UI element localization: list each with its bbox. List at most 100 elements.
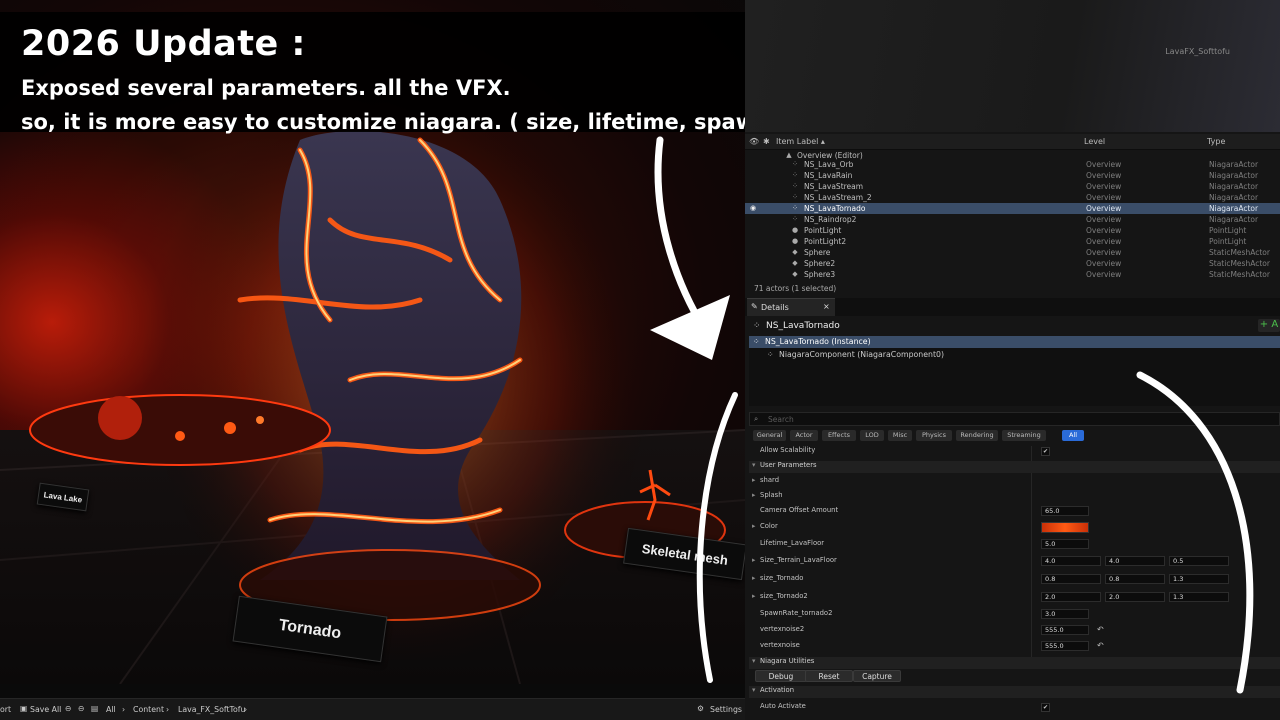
reset-arrow-icon[interactable]: ↶ bbox=[1097, 641, 1104, 650]
row-level: Overview bbox=[1086, 182, 1122, 191]
vertexnoise2-field[interactable]: 555.0 bbox=[1041, 625, 1089, 635]
category-niagara-utilities[interactable]: ▾ Niagara Utilities bbox=[749, 657, 1280, 669]
pin-icon[interactable]: ✱ bbox=[763, 137, 770, 146]
debug-button[interactable]: Debug bbox=[755, 670, 807, 682]
add-component-button[interactable]: + A bbox=[1258, 319, 1280, 332]
spawnrate-field[interactable]: 3.0 bbox=[1041, 609, 1089, 619]
category-activation[interactable]: ▾ Activation bbox=[749, 686, 1280, 698]
column-item-label[interactable]: Item Label ▴ bbox=[776, 137, 825, 146]
prop-shard[interactable]: ▸ shard bbox=[749, 476, 1280, 488]
chevron-right-icon: › bbox=[122, 705, 126, 714]
gear-icon: ⚙ bbox=[697, 704, 704, 713]
size-tornado-x[interactable]: 0.8 bbox=[1041, 574, 1101, 584]
outliner-row[interactable]: ◆ Sphere3 Overview StaticMeshActor bbox=[745, 269, 1280, 280]
outliner-row[interactable]: ◆ Sphere Overview StaticMeshActor bbox=[745, 247, 1280, 258]
prop-label: Auto Activate bbox=[760, 702, 806, 710]
close-icon[interactable]: × bbox=[823, 302, 830, 311]
row-label: NS_LavaStream bbox=[804, 182, 864, 191]
auto-activate-checkbox[interactable]: ✔ bbox=[1041, 703, 1050, 712]
row-type: NiagaraActor bbox=[1209, 215, 1259, 224]
chevron-right-icon: › bbox=[166, 705, 170, 714]
size-terrain-z[interactable]: 0.5 bbox=[1169, 556, 1229, 566]
visibility-icon[interactable]: 👁 bbox=[749, 137, 759, 146]
chevron-right-icon: ▸ bbox=[752, 491, 756, 499]
actor-count: 71 actors (1 selected) bbox=[754, 284, 837, 293]
prop-size-tornado2: ▸ size_Tornado2 2.0 2.0 1.3 bbox=[749, 592, 1280, 604]
column-level[interactable]: Level bbox=[1084, 137, 1105, 146]
outliner-row[interactable]: ● PointLight2 Overview PointLight bbox=[745, 236, 1280, 247]
outliner-row[interactable]: ⁘ NS_LavaRain Overview NiagaraActor bbox=[745, 170, 1280, 181]
size-terrain-x[interactable]: 4.0 bbox=[1041, 556, 1101, 566]
outliner-row[interactable]: ◆ Sphere2 Overview StaticMeshActor bbox=[745, 258, 1280, 269]
category-label: Niagara Utilities bbox=[760, 657, 815, 665]
history-back-icon[interactable]: ⊖ bbox=[65, 704, 72, 713]
component-row-instance[interactable]: ⁘ NS_LavaTornado (Instance) bbox=[749, 336, 1280, 348]
size-tornado-z[interactable]: 1.3 bbox=[1169, 574, 1229, 584]
color-swatch[interactable] bbox=[1041, 522, 1089, 533]
row-label: NS_LavaTornado bbox=[804, 204, 866, 213]
breadcrumb-all[interactable]: All bbox=[106, 705, 116, 714]
row-label: PointLight2 bbox=[804, 237, 847, 246]
size-tornado2-y[interactable]: 2.0 bbox=[1105, 592, 1165, 602]
filter-streaming[interactable]: Streaming bbox=[1002, 430, 1046, 441]
filter-general[interactable]: General bbox=[753, 430, 786, 441]
size-terrain-y[interactable]: 4.0 bbox=[1105, 556, 1165, 566]
category-user-parameters[interactable]: ▾ User Parameters bbox=[749, 461, 1280, 473]
tab-details[interactable]: ✎ Details × bbox=[747, 298, 835, 316]
row-label: NS_LavaStream_2 bbox=[804, 193, 872, 202]
category-label: Activation bbox=[760, 686, 795, 694]
filter-actor[interactable]: Actor bbox=[790, 430, 818, 441]
lifetime-field[interactable]: 5.0 bbox=[1041, 539, 1089, 549]
chevron-right-icon: › bbox=[244, 705, 248, 714]
allow-scalability-checkbox[interactable]: ✔ bbox=[1041, 447, 1050, 456]
row-label: NS_LavaRain bbox=[804, 171, 853, 180]
niagara-icon: ⁘ bbox=[767, 350, 774, 359]
settings-button[interactable]: Settings bbox=[710, 705, 742, 714]
filter-misc[interactable]: Misc bbox=[888, 430, 912, 441]
row-label: Sphere2 bbox=[804, 259, 836, 268]
outliner-row[interactable]: ⁘ NS_Raindrop2 Overview NiagaraActor bbox=[745, 214, 1280, 225]
filter-lod[interactable]: LOD bbox=[860, 430, 884, 441]
row-level: Overview bbox=[1086, 193, 1122, 202]
breadcrumb-content[interactable]: Content bbox=[133, 705, 164, 714]
column-type[interactable]: Type bbox=[1207, 137, 1225, 146]
row-label: Sphere bbox=[804, 248, 831, 257]
capture-button[interactable]: Capture bbox=[853, 670, 901, 682]
row-level: Overview bbox=[1086, 171, 1122, 180]
object-name[interactable]: NS_LavaTornado bbox=[766, 321, 840, 331]
prop-splash[interactable]: ▸ Splash bbox=[749, 491, 1280, 503]
size-tornado2-x[interactable]: 2.0 bbox=[1041, 592, 1101, 602]
filter-effects[interactable]: Effects bbox=[822, 430, 856, 441]
filter-physics[interactable]: Physics bbox=[916, 430, 952, 441]
filter-rendering[interactable]: Rendering bbox=[956, 430, 998, 441]
row-type: StaticMeshActor bbox=[1209, 270, 1270, 279]
prop-spawnrate: SpawnRate_tornado2 3.0 bbox=[749, 609, 1280, 621]
outliner-row[interactable]: ⁘ NS_LavaStream_2 Overview NiagaraActor bbox=[745, 192, 1280, 203]
component-row[interactable]: ⁘ NiagaraComponent (NiagaraComponent0) bbox=[749, 349, 1280, 361]
outliner-row[interactable]: ● PointLight Overview PointLight bbox=[745, 225, 1280, 236]
row-type: PointLight bbox=[1209, 237, 1247, 246]
reset-arrow-icon[interactable]: ↶ bbox=[1097, 625, 1104, 634]
port-label[interactable]: ort bbox=[0, 705, 11, 714]
outliner-row-selected[interactable]: ◉ ⁘ NS_LavaTornado Overview NiagaraActor bbox=[745, 203, 1280, 214]
save-all-button[interactable]: Save All bbox=[30, 705, 61, 714]
prop-label: Splash bbox=[760, 491, 783, 499]
prop-auto-activate: Auto Activate ✔ bbox=[749, 702, 1280, 714]
level-icon: ▲ bbox=[786, 151, 792, 159]
size-tornado2-z[interactable]: 1.3 bbox=[1169, 592, 1229, 602]
niagara-icon: ⁘ bbox=[792, 204, 798, 212]
breadcrumb-folder[interactable]: Lava_FX_SoftTofu bbox=[178, 705, 245, 714]
vertexnoise-field[interactable]: 555.0 bbox=[1041, 641, 1089, 651]
camera-offset-field[interactable]: 65.0 bbox=[1041, 506, 1089, 516]
prop-label: vertexnoise2 bbox=[760, 625, 805, 633]
row-type: NiagaraActor bbox=[1209, 193, 1259, 202]
history-forward-icon[interactable]: ⊖ bbox=[78, 704, 85, 713]
size-tornado-y[interactable]: 0.8 bbox=[1105, 574, 1165, 584]
filter-all[interactable]: All bbox=[1062, 430, 1084, 441]
outliner-row[interactable]: ⁘ NS_Lava_Orb Overview NiagaraActor bbox=[745, 159, 1280, 170]
visibility-icon[interactable]: ◉ bbox=[749, 204, 757, 212]
prop-label: shard bbox=[760, 476, 780, 484]
reset-button[interactable]: Reset bbox=[805, 670, 853, 682]
outliner-row[interactable]: ⁘ NS_LavaStream Overview NiagaraActor bbox=[745, 181, 1280, 192]
details-search-input[interactable]: ⌕ Search bbox=[749, 412, 1280, 426]
